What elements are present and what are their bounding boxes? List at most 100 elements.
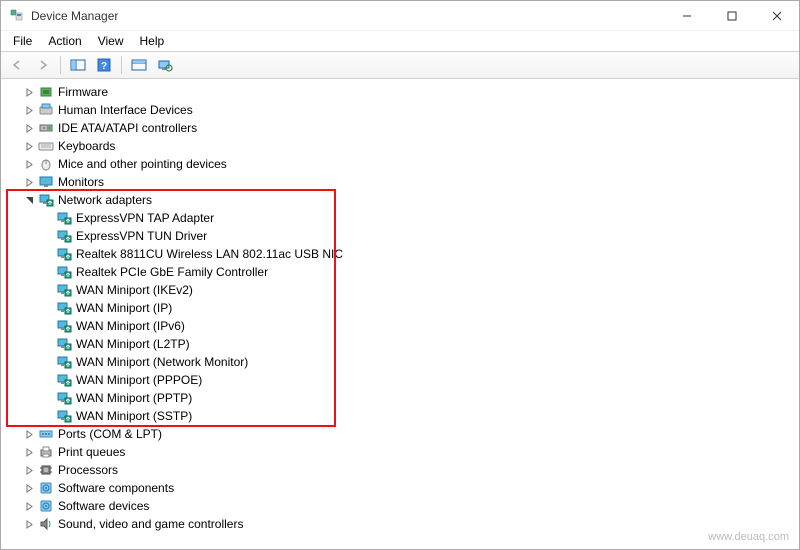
network-icon (56, 372, 72, 388)
network-icon (56, 300, 72, 316)
tree-category[interactable]: Processors (2, 461, 798, 479)
tree-category[interactable]: Software devices (2, 497, 798, 515)
tree-device[interactable]: Realtek 8811CU Wireless LAN 802.11ac USB… (2, 245, 798, 263)
network-icon (56, 354, 72, 370)
network-icon (56, 390, 72, 406)
expand-icon[interactable] (22, 139, 36, 153)
category-label: Mice and other pointing devices (58, 157, 227, 171)
tree-device[interactable]: Realtek PCIe GbE Family Controller (2, 263, 798, 281)
back-button[interactable] (5, 54, 29, 76)
tree-category[interactable]: Network adapters (2, 191, 798, 209)
sound-icon (38, 516, 54, 532)
expand-icon[interactable] (22, 517, 36, 531)
category-label: Network adapters (58, 193, 152, 207)
tree-category[interactable]: Firmware (2, 83, 798, 101)
category-label: Ports (COM & LPT) (58, 427, 162, 441)
tree-device[interactable]: WAN Miniport (SSTP) (2, 407, 798, 425)
tree-category[interactable]: Mice and other pointing devices (2, 155, 798, 173)
category-label: IDE ATA/ATAPI controllers (58, 121, 197, 135)
monitor-icon (38, 174, 54, 190)
menu-action[interactable]: Action (40, 32, 89, 50)
show-hide-tree-button[interactable] (66, 54, 90, 76)
svg-text:?: ? (101, 61, 107, 72)
tree-device[interactable]: WAN Miniport (PPTP) (2, 389, 798, 407)
expand-icon[interactable] (22, 175, 36, 189)
category-label: Software components (58, 481, 174, 495)
software-icon (38, 480, 54, 496)
device-label: WAN Miniport (IP) (76, 301, 172, 315)
menu-help[interactable]: Help (132, 32, 173, 50)
firmware-icon (38, 84, 54, 100)
window-controls (664, 1, 799, 30)
expand-icon[interactable] (22, 85, 36, 99)
keyboard-icon (38, 138, 54, 154)
tree-category[interactable]: Ports (COM & LPT) (2, 425, 798, 443)
device-label: WAN Miniport (IPv6) (76, 319, 185, 333)
tree-category[interactable]: Sound, video and game controllers (2, 515, 798, 533)
category-label: Keyboards (58, 139, 115, 153)
watermark: www.deuaq.com (708, 531, 789, 543)
window-title: Device Manager (31, 9, 664, 23)
device-label: WAN Miniport (Network Monitor) (76, 355, 248, 369)
expand-icon[interactable] (22, 445, 36, 459)
device-label: Realtek PCIe GbE Family Controller (76, 265, 268, 279)
device-tree[interactable]: Firmware Human Interface Devices IDE ATA/A… (2, 81, 798, 548)
category-label: Sound, video and game controllers (58, 517, 243, 531)
category-label: Human Interface Devices (58, 103, 193, 117)
expand-icon[interactable] (22, 463, 36, 477)
menu-file[interactable]: File (5, 32, 40, 50)
device-label: ExpressVPN TUN Driver (76, 229, 207, 243)
tree-category[interactable]: Software components (2, 479, 798, 497)
menubar: File Action View Help (1, 31, 799, 51)
network-icon (56, 246, 72, 262)
category-label: Software devices (58, 499, 149, 513)
device-label: Realtek 8811CU Wireless LAN 802.11ac USB… (76, 247, 343, 261)
network-icon (56, 336, 72, 352)
tree-category[interactable]: Monitors (2, 173, 798, 191)
tree-device[interactable]: WAN Miniport (PPPOE) (2, 371, 798, 389)
printer-icon (38, 444, 54, 460)
tree-category[interactable]: Human Interface Devices (2, 101, 798, 119)
toolbar: ? (1, 51, 799, 79)
collapse-icon[interactable] (22, 193, 36, 207)
expand-icon[interactable] (22, 481, 36, 495)
minimize-button[interactable] (664, 1, 709, 31)
tree-category[interactable]: Print queues (2, 443, 798, 461)
help-button[interactable]: ? (92, 54, 116, 76)
properties-button[interactable] (127, 54, 151, 76)
app-icon (9, 8, 25, 24)
tree-device[interactable]: WAN Miniport (IPv6) (2, 317, 798, 335)
tree-device[interactable]: WAN Miniport (IKEv2) (2, 281, 798, 299)
maximize-button[interactable] (709, 1, 754, 31)
device-label: WAN Miniport (PPPOE) (76, 373, 202, 387)
device-label: WAN Miniport (PPTP) (76, 391, 192, 405)
menu-view[interactable]: View (90, 32, 132, 50)
ports-icon (38, 426, 54, 442)
device-label: WAN Miniport (L2TP) (76, 337, 190, 351)
network-icon (56, 228, 72, 244)
expand-icon[interactable] (22, 103, 36, 117)
expand-icon[interactable] (22, 499, 36, 513)
tree-device[interactable]: WAN Miniport (L2TP) (2, 335, 798, 353)
category-label: Firmware (58, 85, 108, 99)
tree-device[interactable]: WAN Miniport (Network Monitor) (2, 353, 798, 371)
device-label: WAN Miniport (SSTP) (76, 409, 192, 423)
tree-device[interactable]: WAN Miniport (IP) (2, 299, 798, 317)
tree-category[interactable]: IDE ATA/ATAPI controllers (2, 119, 798, 137)
tree-device[interactable]: ExpressVPN TUN Driver (2, 227, 798, 245)
tree-device[interactable]: ExpressVPN TAP Adapter (2, 209, 798, 227)
expand-icon[interactable] (22, 157, 36, 171)
titlebar: Device Manager (1, 1, 799, 31)
expand-icon[interactable] (22, 427, 36, 441)
expand-icon[interactable] (22, 121, 36, 135)
network-icon (56, 264, 72, 280)
category-label: Print queues (58, 445, 125, 459)
network-icon (56, 282, 72, 298)
device-label: WAN Miniport (IKEv2) (76, 283, 193, 297)
scan-hardware-button[interactable] (153, 54, 177, 76)
forward-button[interactable] (31, 54, 55, 76)
close-button[interactable] (754, 1, 799, 31)
tree-category[interactable]: Keyboards (2, 137, 798, 155)
network-icon (56, 210, 72, 226)
toolbar-separator (121, 56, 122, 74)
